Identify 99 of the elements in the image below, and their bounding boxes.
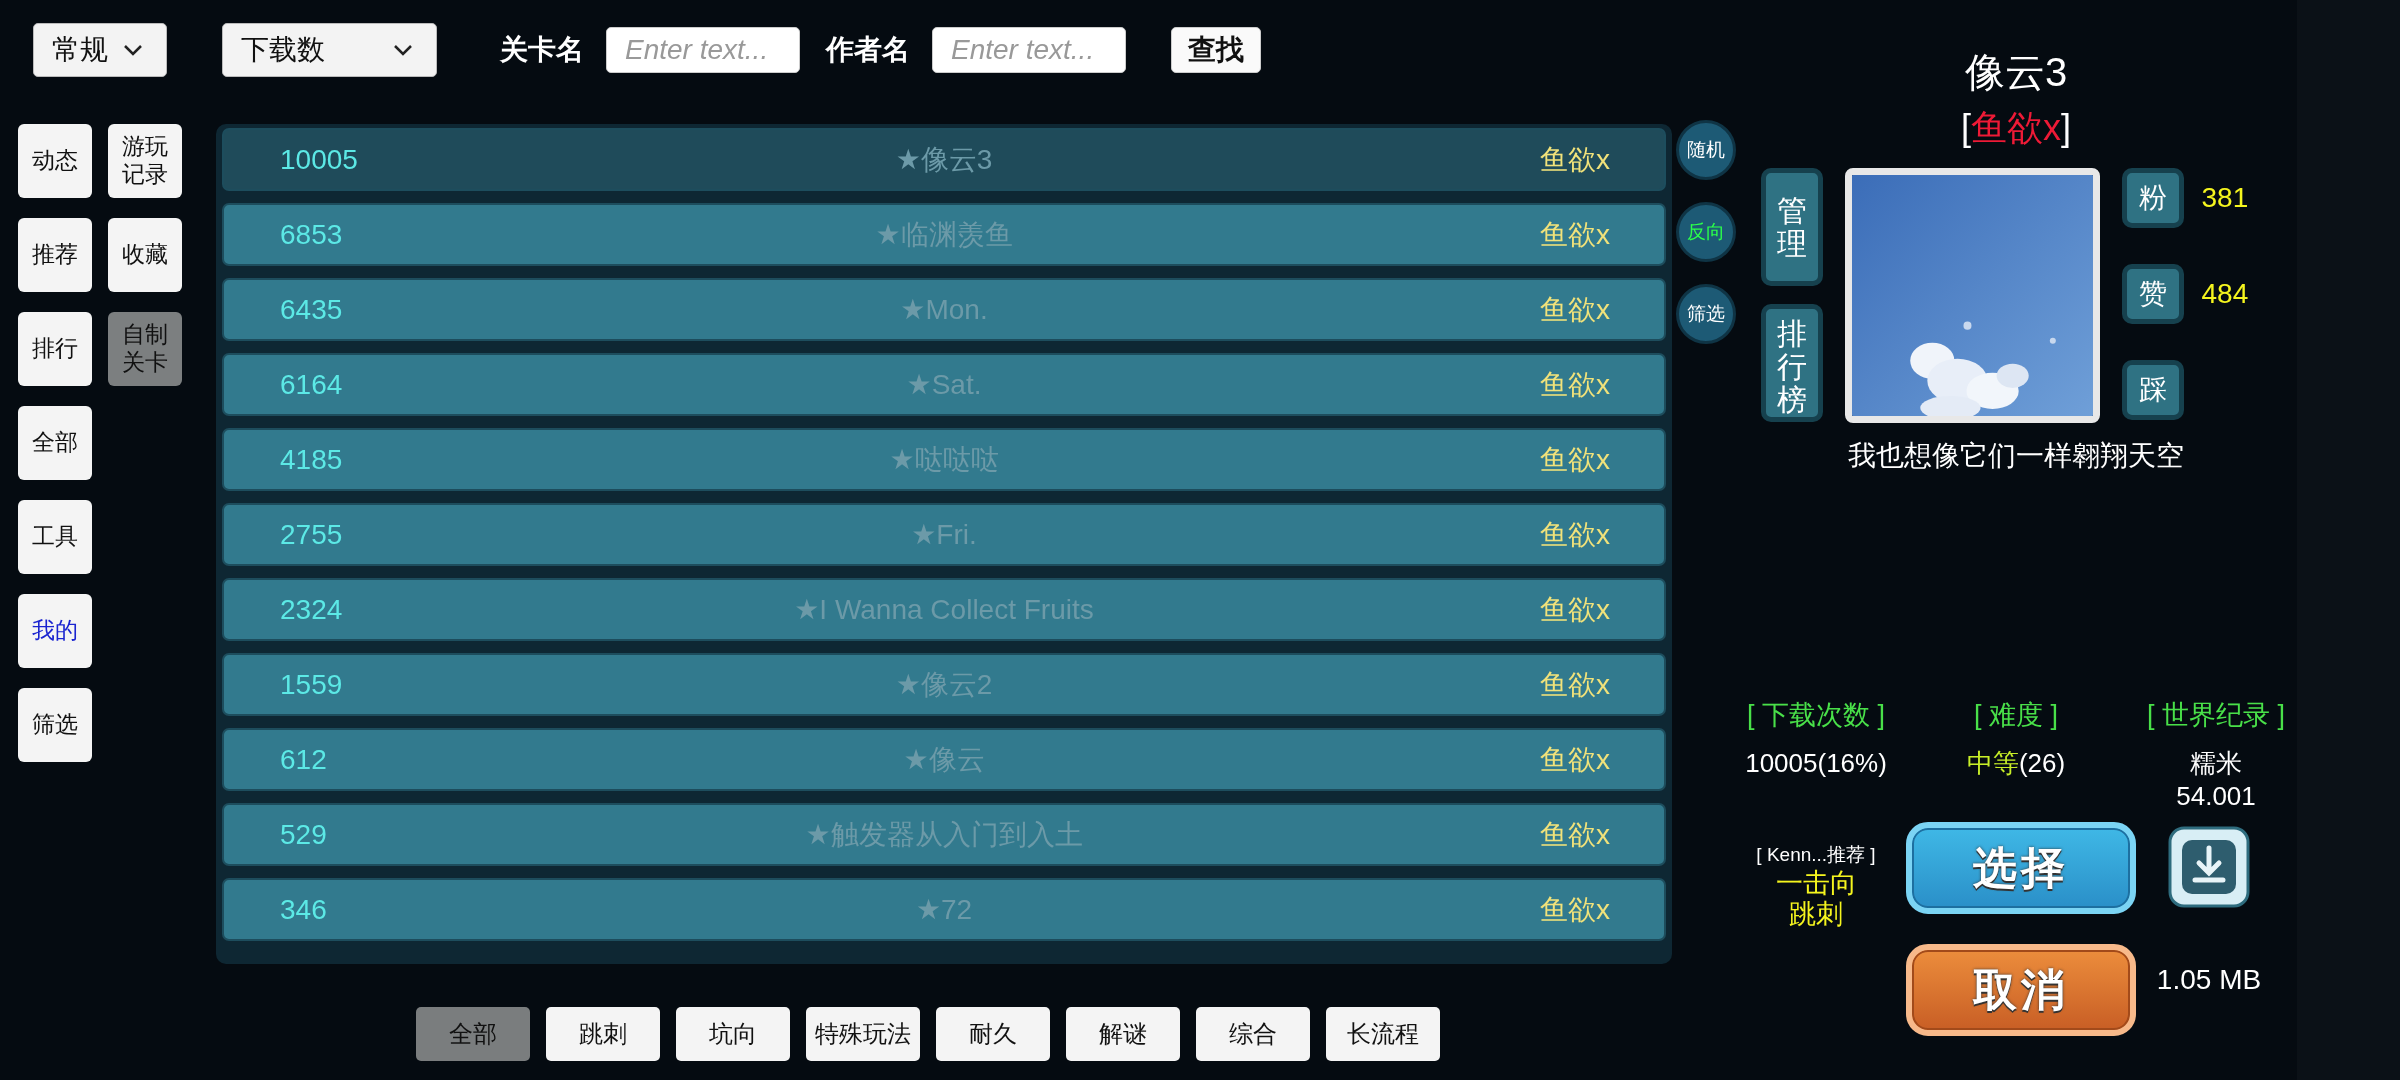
author-name: 鱼欲x [1539,667,1611,702]
level-row[interactable]: 1559 ★像云2 鱼欲x [222,653,1666,716]
bracket: ] [2061,107,2071,148]
stat-heading: [ 下载次数 ] [1746,699,1886,732]
category-tab[interactable]: 坑向 [676,1007,790,1061]
download-count: 2755 [279,518,344,551]
download-count: 6435 [279,293,344,326]
level-row[interactable]: 2324 ★I Wanna Collect Fruits 鱼欲x [222,578,1666,641]
category-tab[interactable]: 全部 [416,1007,530,1061]
chevron-down-icon [122,43,144,57]
download-button[interactable] [2168,826,2250,908]
download-icon [2168,826,2250,908]
level-title: ★临渊羡鱼 [874,217,1014,252]
level-row[interactable]: 6853 ★临渊羡鱼 鱼欲x [222,203,1666,266]
level-title: ★像云 [902,742,986,777]
level-title: 像云3 [1964,52,2068,92]
category-tab[interactable]: 长流程 [1326,1007,1440,1061]
download-count: 1559 [279,668,344,701]
level-name-field[interactable]: Enter text... [606,27,800,73]
download-count: 346 [279,893,328,926]
reaction-button[interactable]: 粉 [2121,168,2184,228]
level-title: ★Mon. [899,293,989,326]
record-time: 54.001 [2175,779,2257,812]
sidebar-tab[interactable]: 自制关卡 [108,312,182,386]
sort-dropdown[interactable]: 下载数 [222,23,437,77]
author-name: 鱼欲x [1539,742,1611,777]
level-title: ★72 [914,893,974,926]
category-tab[interactable]: 综合 [1196,1007,1310,1061]
reaction-button[interactable]: 踩 [2121,360,2184,420]
author-name: 鱼欲x [1539,592,1611,627]
category-tab[interactable]: 耐久 [936,1007,1050,1061]
author-name-field[interactable]: Enter text... [932,27,1126,73]
ranking-button[interactable]: 排行榜 [1760,304,1823,422]
level-row[interactable]: 346 ★72 鱼欲x [222,878,1666,941]
level-title: ★Sat. [905,368,983,401]
level-row[interactable]: 6435 ★Mon. 鱼欲x [222,278,1666,341]
level-row[interactable]: 612 ★像云 鱼欲x [222,728,1666,791]
stat-value: 10005(16%) [1744,747,1888,780]
level-row[interactable]: 2755 ★Fri. 鱼欲x [222,503,1666,566]
sidebar-tab[interactable]: 动态 [18,124,92,198]
author-name: 鱼欲x [1539,367,1611,402]
level-name-label: 关卡名 [500,33,584,67]
recommend-tag: 一击向 [1726,868,1906,900]
round-button[interactable]: 筛选 [1676,284,1736,344]
level-title: ★触发器从入门到入土 [804,817,1084,852]
level-title: ★Fri. [910,518,978,551]
level-row[interactable]: 10005 ★像云3 鱼欲x [222,128,1666,191]
reaction-count: 484 [2201,278,2249,310]
sidebar-tab[interactable]: 我的 [18,594,92,668]
level-title: ★像云2 [894,667,994,702]
search-button[interactable]: 查找 [1171,27,1261,73]
sidebar-tab[interactable]: 推荐 [18,218,92,292]
download-count: 4185 [279,443,344,476]
recommend-heading: [ Kenn...推荐 ] [1755,843,1877,867]
record-holder: 糯米 [2189,747,2243,780]
round-button[interactable]: 随机 [1676,120,1736,180]
chevron-down-icon [392,43,414,57]
author-name: 鱼欲x [1539,517,1611,552]
sidebar-tab[interactable]: 游玩记录 [108,124,182,198]
level-title: ★像云3 [894,142,994,177]
stat-heading: [ 难度 ] [1973,699,2059,732]
bracket: [ [1961,107,1971,148]
sidebar-tab[interactable]: 筛选 [18,688,92,762]
download-count: 612 [279,743,328,776]
level-description: 我也想像它们一样翱翔天空 [1848,439,2184,473]
recommend-tag: 跳刺 [1726,899,1906,931]
author-name: 鱼欲x [1539,817,1611,852]
author-name: 鱼欲x [1539,892,1611,927]
level-row[interactable]: 529 ★触发器从入门到入土 鱼欲x [222,803,1666,866]
sidebar-tab[interactable]: 全部 [18,406,92,480]
author-name: 鱼欲x [1539,217,1611,252]
category-tab[interactable]: 解谜 [1066,1007,1180,1061]
round-button[interactable]: 反向 [1676,202,1736,262]
author-name: 鱼欲x [1539,442,1611,477]
download-count: 2324 [279,593,344,626]
author-name: 鱼欲x [1539,142,1611,177]
manage-button[interactable]: 管理 [1760,168,1823,286]
sidebar-tab[interactable]: 工具 [18,500,92,574]
download-count: 529 [279,818,328,851]
category-tab[interactable]: 特殊玩法 [806,1007,920,1061]
reaction-count: 381 [2201,182,2249,214]
author-name-label: 作者名 [826,33,910,67]
level-title: ★哒哒哒 [888,442,1000,477]
download-count: 6853 [279,218,344,251]
reaction-button[interactable]: 赞 [2121,264,2184,324]
level-title: ★I Wanna Collect Fruits [793,593,1095,626]
sidebar-tab[interactable]: 收藏 [108,218,182,292]
file-size: 1.05 MB [2156,964,2262,996]
category-tab[interactable]: 跳刺 [546,1007,660,1061]
author-name[interactable]: 鱼欲x [1971,107,2061,148]
stat-heading: [ 世界纪录 ] [2146,699,2286,732]
download-count: 6164 [279,368,344,401]
level-row[interactable]: 6164 ★Sat. 鱼欲x [222,353,1666,416]
level-row[interactable]: 4185 ★哒哒哒 鱼欲x [222,428,1666,491]
download-count: 10005 [279,143,359,176]
mode-dropdown[interactable]: 常规 [33,23,167,77]
author-name: 鱼欲x [1539,292,1611,327]
stat-value: 中等(26) [1965,747,2067,780]
sidebar-tab[interactable]: 排行 [18,312,92,386]
